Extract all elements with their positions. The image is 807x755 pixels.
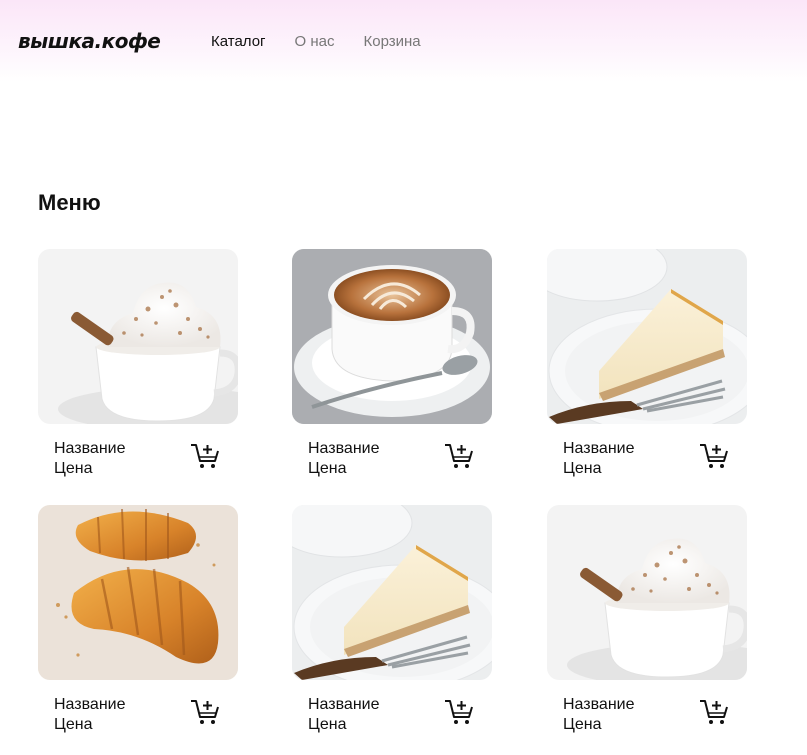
product-card[interactable]: Название Цена xyxy=(547,505,747,745)
nav-link-cart[interactable]: Корзина xyxy=(364,33,421,50)
add-to-cart-button[interactable] xyxy=(444,442,474,470)
product-name: Название xyxy=(308,440,380,457)
product-name: Название xyxy=(563,440,635,457)
product-price: Цена xyxy=(563,460,602,477)
product-card[interactable]: Название Цена xyxy=(38,505,238,745)
product-image-croissants[interactable] xyxy=(38,505,238,680)
add-to-cart-button[interactable] xyxy=(190,698,220,726)
product-name: Название xyxy=(54,696,126,713)
product-image-cheesecake[interactable] xyxy=(547,249,747,424)
product-name: Название xyxy=(563,696,635,713)
product-price: Цена xyxy=(54,716,93,733)
product-card[interactable]: Название Цена xyxy=(38,249,238,489)
product-name: Название xyxy=(308,696,380,713)
add-to-cart-button[interactable] xyxy=(190,442,220,470)
add-to-cart-icon xyxy=(191,700,219,724)
product-name: Название xyxy=(54,440,126,457)
product-price: Цена xyxy=(54,460,93,477)
product-price: Цена xyxy=(308,460,347,477)
logo[interactable]: вышка.кофе xyxy=(18,29,161,53)
product-image-cheesecake[interactable] xyxy=(292,505,492,680)
add-to-cart-icon xyxy=(700,700,728,724)
add-to-cart-icon xyxy=(700,444,728,468)
nav-link-catalog[interactable]: Каталог xyxy=(211,33,266,50)
product-price: Цена xyxy=(308,716,347,733)
add-to-cart-button[interactable] xyxy=(699,442,729,470)
product-grid: Название Цена Название Цена Название Цен… xyxy=(38,249,758,755)
site-header: вышка.кофе Каталог О нас Корзина xyxy=(0,0,807,82)
product-image-cappuccino[interactable] xyxy=(38,249,238,424)
product-image-cappuccino[interactable] xyxy=(547,505,747,680)
main-nav: Каталог О нас Корзина xyxy=(211,33,421,50)
add-to-cart-button[interactable] xyxy=(699,698,729,726)
product-card[interactable]: Название Цена xyxy=(547,249,747,489)
product-price: Цена xyxy=(563,716,602,733)
product-card[interactable]: Название Цена xyxy=(292,249,492,489)
product-image-latte[interactable] xyxy=(292,249,492,424)
page-title: Меню xyxy=(38,190,101,215)
add-to-cart-button[interactable] xyxy=(444,698,474,726)
add-to-cart-icon xyxy=(445,444,473,468)
add-to-cart-icon xyxy=(191,444,219,468)
nav-link-about[interactable]: О нас xyxy=(295,33,335,50)
add-to-cart-icon xyxy=(445,700,473,724)
product-card[interactable]: Название Цена xyxy=(292,505,492,745)
